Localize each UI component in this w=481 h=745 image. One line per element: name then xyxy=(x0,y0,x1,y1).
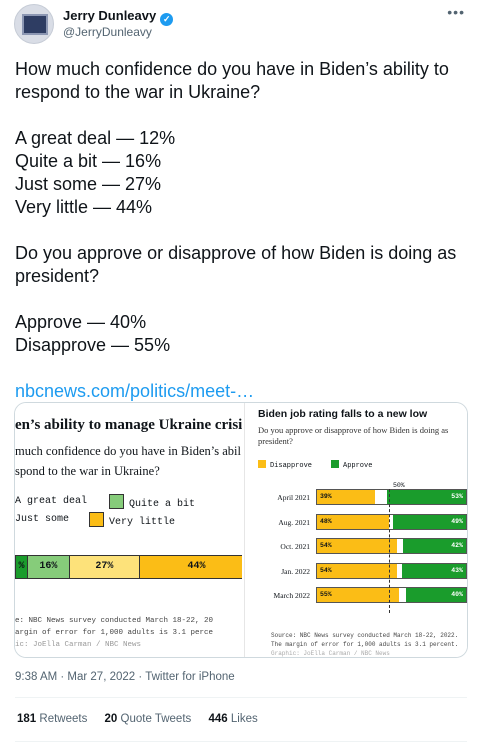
job-rating-bar: 54% 42% xyxy=(316,538,467,554)
disapprove-segment: 55% xyxy=(317,588,399,602)
undecided-segment xyxy=(375,490,388,504)
likes-stat[interactable]: 446 Likes xyxy=(208,713,257,725)
author-handle[interactable]: @JerryDunleavy xyxy=(63,25,152,39)
right-source-line1: Source: NBC News survey conducted March … xyxy=(271,632,459,639)
legend-label-just-some: Just some xyxy=(15,514,70,525)
job-rating-bar: 54% 43% xyxy=(316,562,467,579)
left-source-line1: e: NBC News survey conducted March 18-22… xyxy=(15,617,214,625)
right-chart-question: Do you approve or disapprove of how Bide… xyxy=(258,425,449,446)
avatar-image xyxy=(22,14,48,35)
right-source-line2: The margin of error for 1,000 adults is … xyxy=(271,641,459,648)
job-rating-bar: 55% 40% xyxy=(316,587,467,603)
right-chart-source: Source: NBC News survey conducted March … xyxy=(271,631,459,657)
answer-quite-a-bit: Quite a bit — 16% xyxy=(15,151,162,171)
author-name[interactable]: Jerry Dunleavy xyxy=(63,8,156,23)
left-source-line3: ic: JoElla Carman / NBC News xyxy=(15,641,142,649)
media-grid: en’s ability to manage Ukraine crisis mu… xyxy=(14,402,468,658)
article-link[interactable]: nbcnews.com/politics/meet-… xyxy=(15,381,254,401)
legend-swatch-quite-a-bit xyxy=(109,494,124,509)
disapprove-segment: 48% xyxy=(317,514,389,529)
left-question-line1: much confidence do you have in Biden’s a… xyxy=(15,444,241,458)
retweets-stat[interactable]: 181 Retweets xyxy=(17,713,87,725)
question-approval: Do you approve or disapprove of how Bide… xyxy=(15,243,457,286)
left-chart-source: e: NBC News survey conducted March 18-22… xyxy=(15,615,213,651)
bar-segment-quite-a-bit: 16% xyxy=(27,556,70,578)
job-rating-bar: 39% 53% xyxy=(316,489,467,505)
likes-label: Likes xyxy=(230,713,258,725)
disapprove-segment: 54% xyxy=(317,563,398,578)
approve-segment: 42% xyxy=(403,539,466,553)
likes-count: 446 xyxy=(208,713,228,725)
right-chart-title: Biden job rating falls to a new low xyxy=(258,408,428,420)
left-chart-title: en’s ability to manage Ukraine crisis xyxy=(15,417,242,433)
legend-swatch-disapprove xyxy=(258,460,266,468)
legend-item-very-little: Very little xyxy=(89,512,175,528)
legend-label-approve: Approve xyxy=(343,462,373,470)
question-ukraine: How much confidence do you have in Biden… xyxy=(15,59,449,102)
disapprove-segment: 39% xyxy=(317,490,376,504)
tweet-timestamp[interactable]: 9:38 AM · Mar 27, 2022 · Twitter for iPh… xyxy=(15,671,235,683)
legend-item-just-some: Just some xyxy=(15,514,69,525)
approve-segment: 43% xyxy=(401,563,466,578)
answer-just-some: Just some — 27% xyxy=(15,174,162,194)
legend-item-approve: Approve xyxy=(331,460,372,470)
author-name-row[interactable]: Jerry Dunleavy ✓ xyxy=(63,8,174,26)
disapprove-segment: 54% xyxy=(317,539,398,553)
quote-tweets-count: 20 xyxy=(104,713,118,725)
answer-approve: Approve — 40% xyxy=(15,312,147,332)
answer-very-little: Very little — 44% xyxy=(15,197,153,217)
approve-segment: 53% xyxy=(387,490,466,504)
row-label: Oct. 2021 xyxy=(280,542,310,551)
left-source-line2: argin of error for 1,000 adults is 3.1 p… xyxy=(15,629,214,637)
legend-label-disapprove: Disapprove xyxy=(270,462,313,470)
quote-tweets-stat[interactable]: 20 Quote Tweets xyxy=(105,713,192,725)
answer-great-deal: A great deal — 12% xyxy=(15,128,176,148)
retweets-label: Retweets xyxy=(39,713,88,725)
legend-swatch-very-little xyxy=(89,512,104,527)
legend-item-disapprove: Disapprove xyxy=(258,460,312,470)
legend-item-quite-a-bit: Quite a bit xyxy=(109,494,195,510)
row-label: Jan. 2022 xyxy=(281,566,310,576)
legend-label-quite-a-bit: Quite a bit xyxy=(129,499,196,510)
divider-bottom xyxy=(15,741,467,742)
legend-label-great-deal: A great deal xyxy=(15,496,88,507)
legend-swatch-approve xyxy=(331,460,339,468)
legend-item-great-deal: A great deal xyxy=(15,496,87,507)
fifty-percent-label: 50% xyxy=(393,482,405,489)
confidence-stacked-bar: % 16% 27% 44% xyxy=(15,555,242,579)
row-label: Aug. 2021 xyxy=(278,517,310,527)
media-image-left[interactable]: en’s ability to manage Ukraine crisis mu… xyxy=(15,403,242,657)
legend-label-very-little: Very little xyxy=(109,517,176,528)
engagement-stats: 181 Retweets 20 Quote Tweets 446 Likes xyxy=(17,713,272,725)
left-question-line2: spond to the war in Ukraine? xyxy=(15,464,160,478)
tweet-card: Jerry Dunleavy ✓ @JerryDunleavy ••• How m… xyxy=(0,0,481,745)
left-chart-question: much confidence do you have in Biden’s a… xyxy=(15,441,242,481)
tweet-text: How much confidence do you have in Biden… xyxy=(15,58,470,403)
job-rating-bar: 48% 49% xyxy=(316,513,467,530)
quote-tweets-label: Quote Tweets xyxy=(120,713,192,725)
bar-segment-great-deal: % xyxy=(16,556,28,578)
avatar[interactable] xyxy=(14,4,54,44)
approve-segment: 40% xyxy=(406,588,466,602)
row-label: March 2022 xyxy=(273,591,310,600)
verified-badge-icon: ✓ xyxy=(160,13,174,26)
more-options-icon[interactable]: ••• xyxy=(447,4,465,20)
bar-segment-just-some: 27% xyxy=(69,556,140,578)
right-source-line3: Graphic: JoElla Carman / NBC News xyxy=(271,650,390,657)
divider xyxy=(15,697,467,698)
answer-disapprove: Disapprove — 55% xyxy=(15,335,171,355)
row-label: April 2021 xyxy=(277,493,310,502)
fifty-percent-line xyxy=(389,489,390,613)
approve-segment: 49% xyxy=(392,514,466,529)
bar-segment-very-little: 44% xyxy=(139,556,242,578)
retweets-count: 181 xyxy=(17,713,37,725)
undecided-segment xyxy=(398,588,407,602)
media-image-right[interactable]: Biden job rating falls to a new low Do y… xyxy=(244,403,467,657)
